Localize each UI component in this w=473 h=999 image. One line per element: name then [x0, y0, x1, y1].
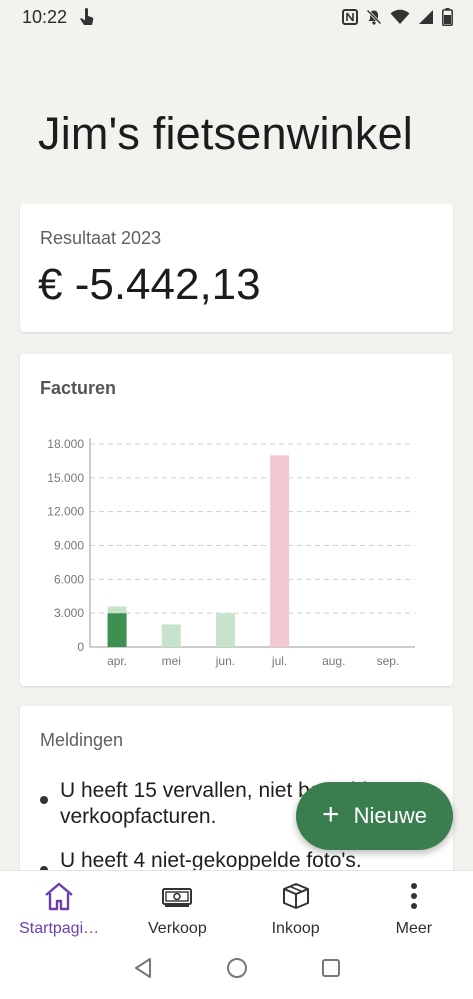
- x-tick-label: sep.: [377, 654, 400, 668]
- signal-icon: [418, 9, 434, 25]
- nav-item-home[interactable]: Startpagi…: [0, 871, 118, 942]
- home-icon: [43, 881, 75, 916]
- bar-jun: [215, 613, 235, 647]
- nav-label-purchases: Inkoop: [271, 920, 320, 937]
- y-tick-label: 0: [77, 640, 84, 654]
- box-icon: [280, 881, 312, 916]
- result-value: € -5.442,13: [38, 260, 261, 309]
- mute-icon: [366, 9, 382, 25]
- nfc-icon: [342, 9, 358, 25]
- y-tick-label: 6.000: [54, 572, 84, 586]
- bottom-navigation: Startpagi… Verkoop Inkoop Meer: [0, 870, 473, 942]
- invoices-chart-card[interactable]: Facturen 0 3.000 6.000 9.000 12.000 15.000 18.…: [20, 354, 453, 686]
- y-tick-label: 12.000: [47, 505, 84, 519]
- bar-mei: [161, 624, 181, 647]
- result-card[interactable]: Resultaat 2023 € -5.442,13: [20, 204, 453, 332]
- bar-apr: [107, 606, 127, 614]
- back-icon[interactable]: [132, 957, 154, 984]
- bullet-icon: [40, 796, 48, 804]
- fab-label: Nieuwe: [353, 803, 427, 828]
- battery-icon: [442, 8, 453, 26]
- plus-icon: +: [322, 798, 340, 831]
- nav-item-sales[interactable]: Verkoop: [118, 871, 236, 942]
- y-tick-label: 9.000: [54, 539, 84, 553]
- invoices-bar-chart: 0 3.000 6.000 9.000 12.000 15.000 18.000 apr. me…: [47, 437, 415, 668]
- nav-item-purchases[interactable]: Inkoop: [237, 871, 355, 942]
- page-title: Jim's fietsenwinkel: [38, 108, 414, 159]
- y-tick-label: 15.000: [47, 471, 84, 485]
- x-tick-label: jun.: [215, 654, 235, 668]
- bar-apr: [107, 613, 127, 647]
- home-circle-icon[interactable]: [226, 957, 248, 984]
- more-vert-icon: [398, 881, 430, 916]
- nav-item-more[interactable]: Meer: [355, 871, 473, 942]
- x-tick-label: mei: [162, 654, 181, 668]
- x-tick-label: aug.: [322, 654, 345, 668]
- wifi-icon: [390, 9, 410, 25]
- cash-icon: [161, 881, 193, 916]
- status-bar: 10:22: [0, 0, 473, 34]
- bar-jul: [270, 455, 290, 647]
- x-tick-label: apr.: [107, 654, 127, 668]
- y-tick-label: 18.000: [47, 437, 84, 451]
- notifications-title: Meldingen: [40, 730, 124, 750]
- x-tick-label: jul.: [271, 654, 287, 668]
- status-time: 10:22: [22, 6, 68, 27]
- touch-icon: [79, 8, 95, 26]
- result-label: Resultaat 2023: [40, 228, 162, 248]
- nav-label-more: Meer: [395, 920, 433, 937]
- nav-label-home: Startpagi…: [19, 920, 100, 937]
- new-fab-button[interactable]: + Nieuwe: [296, 782, 453, 850]
- system-navigation-bar: [0, 942, 473, 999]
- nav-label-sales: Verkoop: [148, 920, 207, 937]
- recents-icon[interactable]: [320, 957, 342, 984]
- y-tick-label: 3.000: [54, 606, 84, 620]
